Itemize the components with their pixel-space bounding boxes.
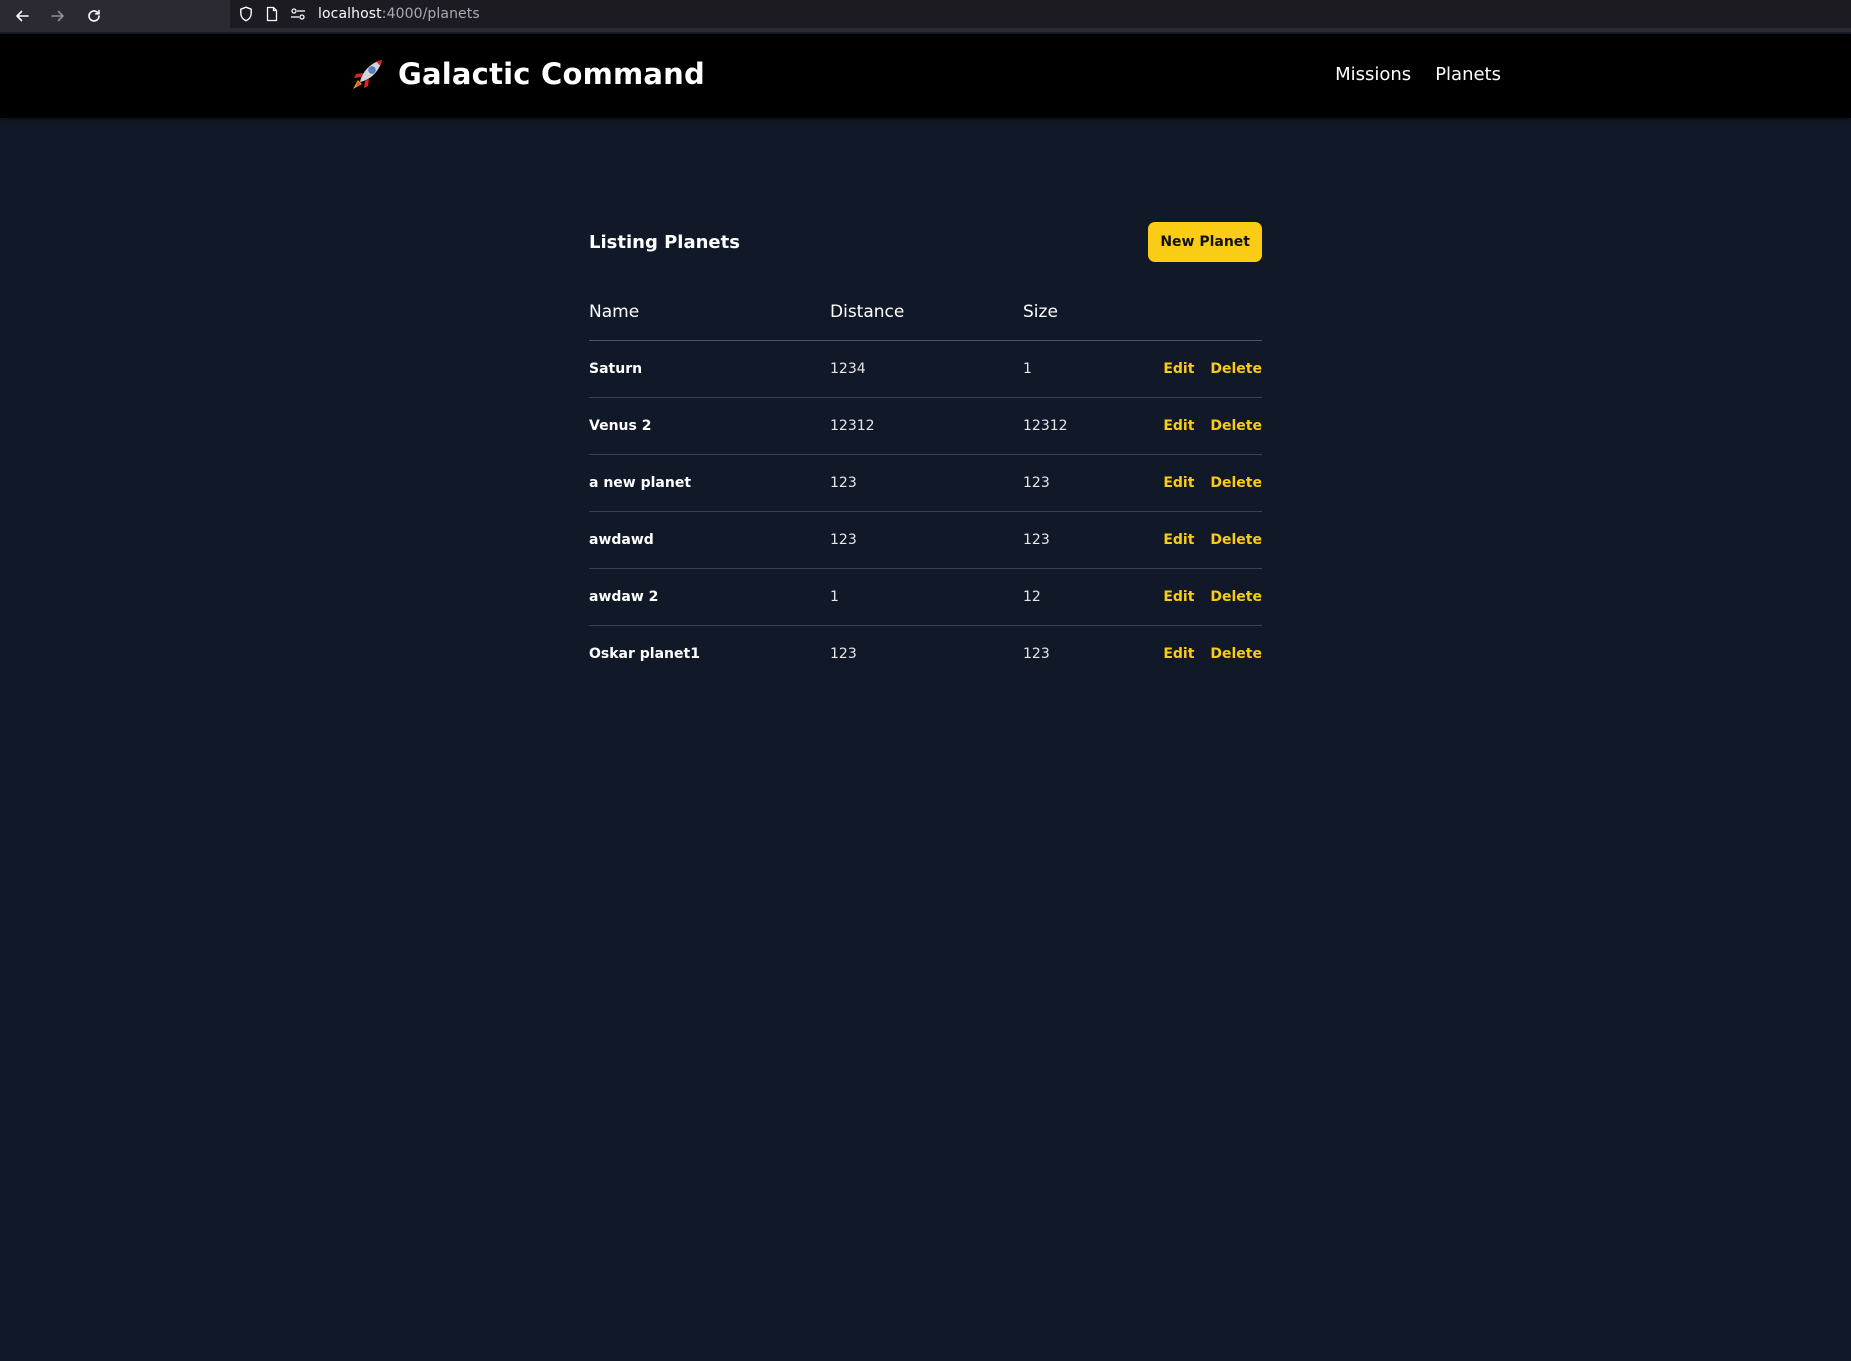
edit-link[interactable]: Edit: [1163, 361, 1194, 377]
planet-name[interactable]: Oskar planet1: [589, 626, 830, 683]
edit-link[interactable]: Edit: [1163, 646, 1194, 662]
table-header-row: Name Distance Size: [589, 300, 1262, 341]
app-header: Galactic Command Missions Planets: [0, 34, 1851, 118]
planet-distance: 123: [830, 511, 1023, 569]
row-actions: Edit Delete: [1143, 454, 1262, 512]
rocket-icon: [350, 56, 386, 92]
back-arrow-icon[interactable]: [9, 3, 35, 29]
table-row[interactable]: a new planet 123 123 Edit Delete: [589, 454, 1262, 512]
table-row[interactable]: Saturn 1234 1 Edit Delete: [589, 340, 1262, 398]
edit-link[interactable]: Edit: [1163, 418, 1194, 434]
planet-distance: 1234: [830, 340, 1023, 398]
url-host: localhost: [318, 6, 382, 22]
delete-link[interactable]: Delete: [1210, 589, 1262, 605]
row-actions: Edit Delete: [1143, 568, 1262, 626]
planet-distance: 123: [830, 454, 1023, 512]
planet-size: 123: [1023, 454, 1143, 512]
planet-name[interactable]: Venus 2: [589, 397, 830, 455]
column-header-size: Size: [1023, 300, 1143, 341]
browser-toolbar: localhost:4000/planets: [0, 0, 1851, 33]
list-header: Listing Planets New Planet: [589, 222, 1262, 262]
planet-size: 1: [1023, 340, 1143, 398]
delete-link[interactable]: Delete: [1210, 361, 1262, 377]
planet-name[interactable]: Saturn: [589, 340, 830, 398]
brand-link[interactable]: Galactic Command: [350, 56, 705, 92]
shield-icon[interactable]: [236, 4, 256, 24]
delete-link[interactable]: Delete: [1210, 532, 1262, 548]
address-bar[interactable]: localhost:4000/planets: [230, 0, 1851, 28]
brand-title: Galactic Command: [398, 57, 705, 91]
edit-link[interactable]: Edit: [1163, 532, 1194, 548]
url-path: :4000/planets: [381, 6, 480, 22]
planet-name[interactable]: a new planet: [589, 454, 830, 512]
column-header-distance: Distance: [830, 300, 1023, 341]
row-actions: Edit Delete: [1143, 511, 1262, 569]
page-title: Listing Planets: [589, 231, 740, 253]
site-permissions-icon[interactable]: [288, 4, 308, 24]
table-row[interactable]: Venus 2 12312 12312 Edit Delete: [589, 397, 1262, 455]
url-text[interactable]: localhost:4000/planets: [318, 6, 480, 22]
row-actions: Edit Delete: [1143, 340, 1262, 398]
column-header-actions: [1143, 300, 1262, 341]
edit-link[interactable]: Edit: [1163, 589, 1194, 605]
forward-arrow-icon[interactable]: [45, 3, 71, 29]
column-header-name: Name: [589, 300, 830, 341]
planet-name[interactable]: awdaw 2: [589, 568, 830, 626]
delete-link[interactable]: Delete: [1210, 475, 1262, 491]
row-actions: Edit Delete: [1143, 626, 1262, 683]
planet-size: 123: [1023, 646, 1050, 662]
planet-size: 12312: [1023, 397, 1143, 455]
page-icon[interactable]: [262, 4, 282, 24]
planet-distance: 1: [830, 568, 1023, 626]
table-header: Name Distance Size: [589, 300, 1262, 341]
table-row[interactable]: awdawd 123 123 Edit Delete: [589, 511, 1262, 569]
planet-distance: 12312: [830, 397, 1023, 455]
nav-link-missions[interactable]: Missions: [1335, 64, 1411, 85]
planets-table: Name Distance Size Saturn 1234 1 Edit Del…: [589, 300, 1262, 682]
main-content: Listing Planets New Planet Name Distance…: [589, 222, 1262, 682]
table-row[interactable]: awdaw 2 1 12 Edit Delete: [589, 568, 1262, 626]
planet-size: 12: [1023, 568, 1143, 626]
nav-link-planets[interactable]: Planets: [1435, 64, 1501, 85]
table-row[interactable]: Oskar planet1 123 123 Edit Delete: [589, 626, 1262, 683]
edit-link[interactable]: Edit: [1163, 475, 1194, 491]
row-actions: Edit Delete: [1143, 397, 1262, 455]
table-body: Saturn 1234 1 Edit Delete Venus 2 12312 1…: [589, 340, 1262, 683]
delete-link[interactable]: Delete: [1210, 646, 1262, 662]
planet-size: 123: [1023, 511, 1143, 569]
reload-icon[interactable]: [81, 3, 107, 29]
new-planet-button[interactable]: New Planet: [1148, 222, 1262, 262]
planet-distance: 123: [830, 646, 857, 662]
planet-name[interactable]: awdawd: [589, 511, 830, 569]
delete-link[interactable]: Delete: [1210, 418, 1262, 434]
top-nav: Missions Planets: [1335, 64, 1501, 85]
